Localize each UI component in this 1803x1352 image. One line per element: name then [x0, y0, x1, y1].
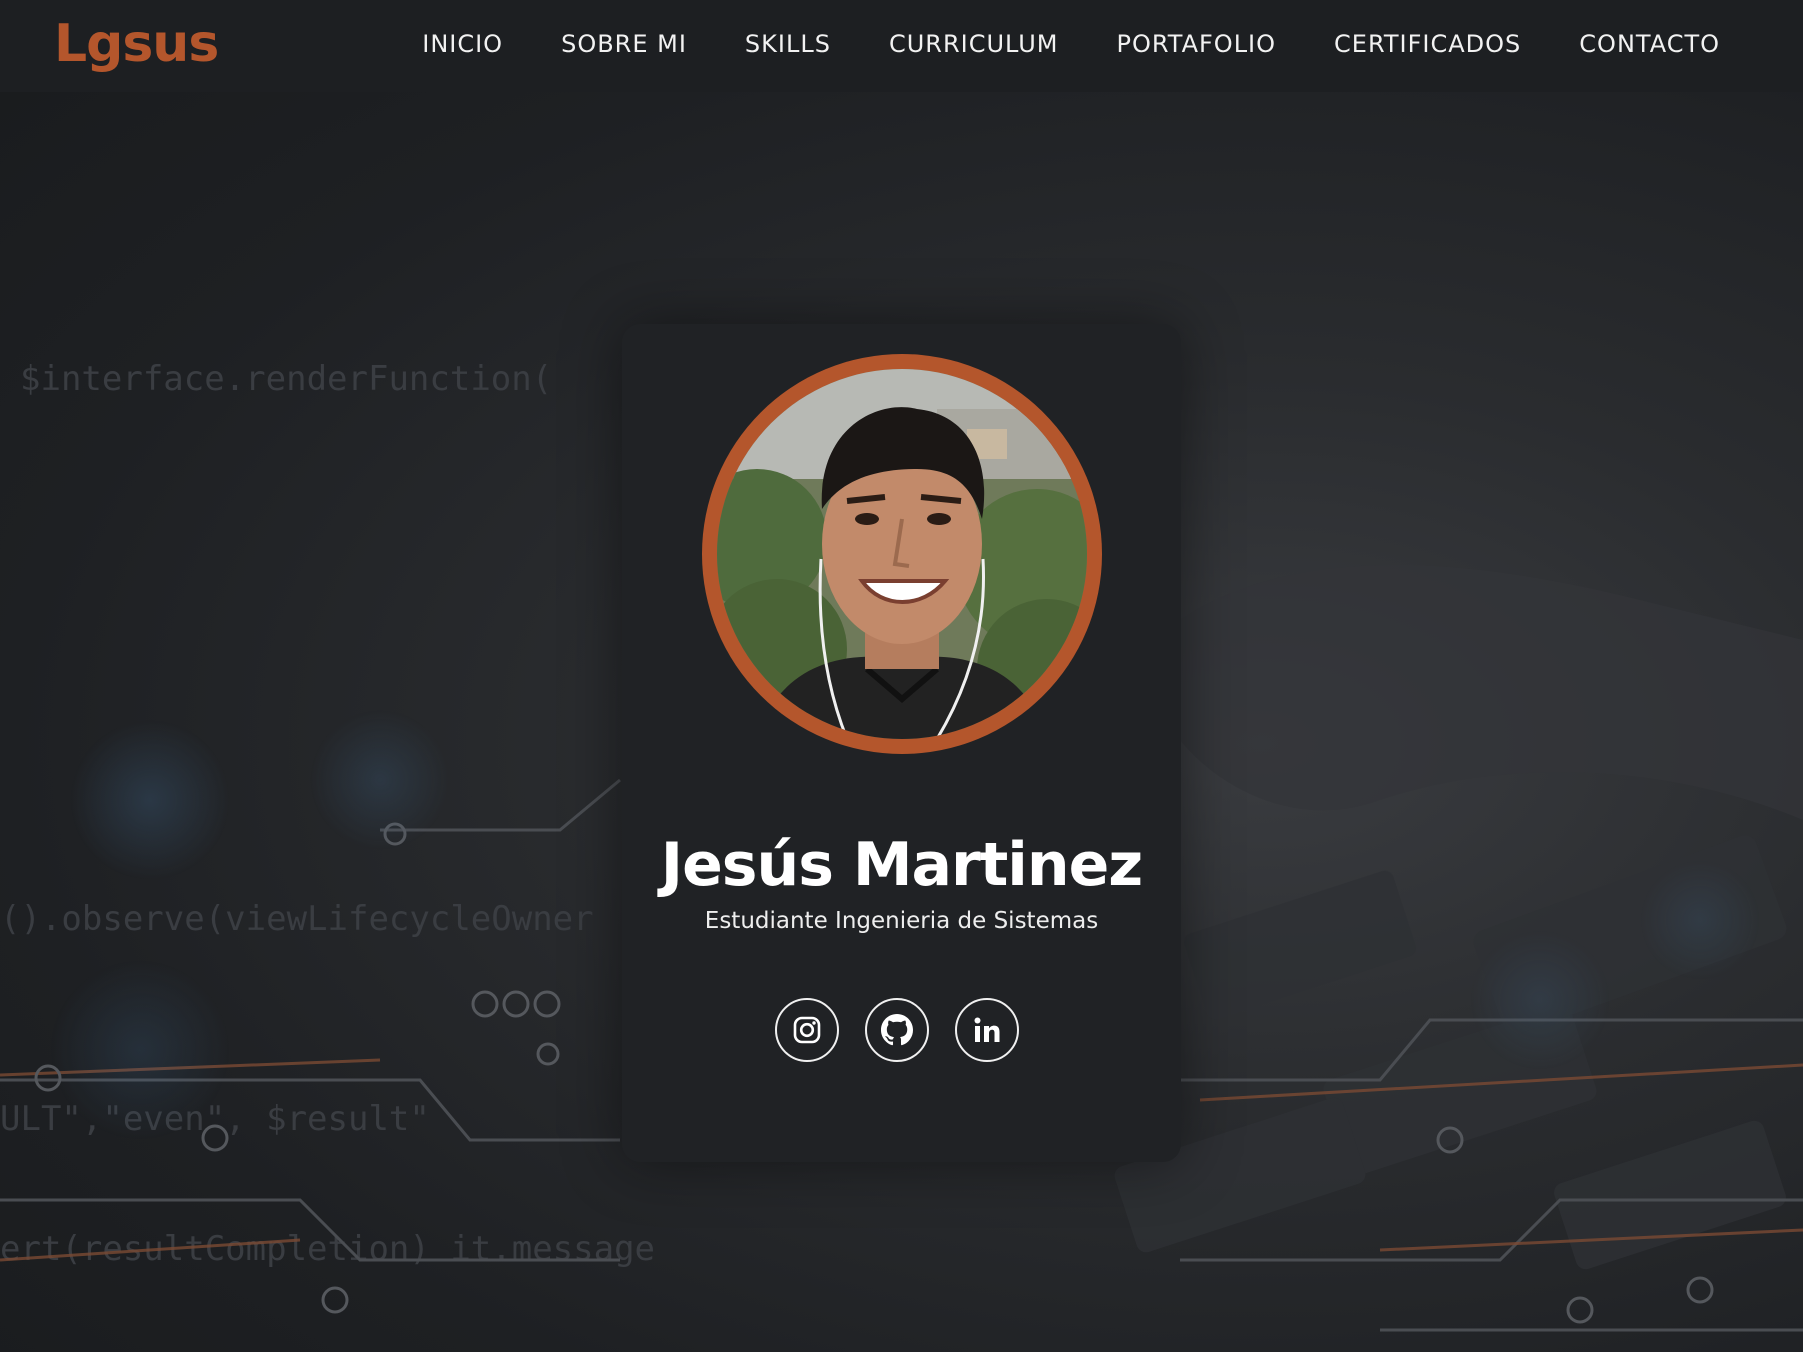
nav-link-curriculum[interactable]: CURRICULUM [889, 30, 1059, 58]
svg-text:$interface.renderFunction(: $interface.renderFunction( [20, 359, 552, 399]
svg-text:ert(resultCompletion) it.messa: ert(resultCompletion) it.message [0, 1229, 655, 1269]
nav-link-portafolio[interactable]: PORTAFOLIO [1116, 30, 1276, 58]
github-button[interactable] [865, 998, 929, 1062]
avatar [717, 369, 1087, 739]
avatar-ring [702, 354, 1102, 754]
nav-link-certificados[interactable]: CERTIFICADOS [1334, 30, 1521, 58]
site-logo[interactable]: Lgsus [54, 14, 219, 74]
social-links [775, 998, 1019, 1062]
nav-links: INICIO SOBRE MI SKILLS CURRICULUM PORTAF… [422, 30, 1720, 58]
nav-link-sobre-mi[interactable]: SOBRE MI [561, 30, 687, 58]
github-icon [881, 1014, 913, 1046]
hero-section: $interface.renderFunction( ().observe(vi… [0, 0, 1803, 1352]
instagram-icon [793, 1016, 821, 1044]
nav-link-skills[interactable]: SKILLS [745, 30, 831, 58]
svg-text:ULT","even", $result": ULT","even", $result" [0, 1099, 430, 1139]
svg-text:().observe(viewLifecycleOwner: ().observe(viewLifecycleOwner [0, 899, 594, 939]
instagram-button[interactable] [775, 998, 839, 1062]
navbar: Lgsus INICIO SOBRE MI SKILLS CURRICULUM … [0, 0, 1803, 92]
profile-photo-icon [717, 369, 1087, 739]
profile-card: Jesús Martinez Estudiante Ingenieria de … [622, 324, 1181, 1162]
linkedin-icon [974, 1017, 1000, 1042]
linkedin-button[interactable] [955, 998, 1019, 1062]
nav-link-contacto[interactable]: CONTACTO [1579, 30, 1720, 58]
profile-role: Estudiante Ingenieria de Sistemas [704, 908, 1099, 934]
profile-name: Jesús Martinez [660, 830, 1143, 900]
nav-link-inicio[interactable]: INICIO [422, 30, 503, 58]
